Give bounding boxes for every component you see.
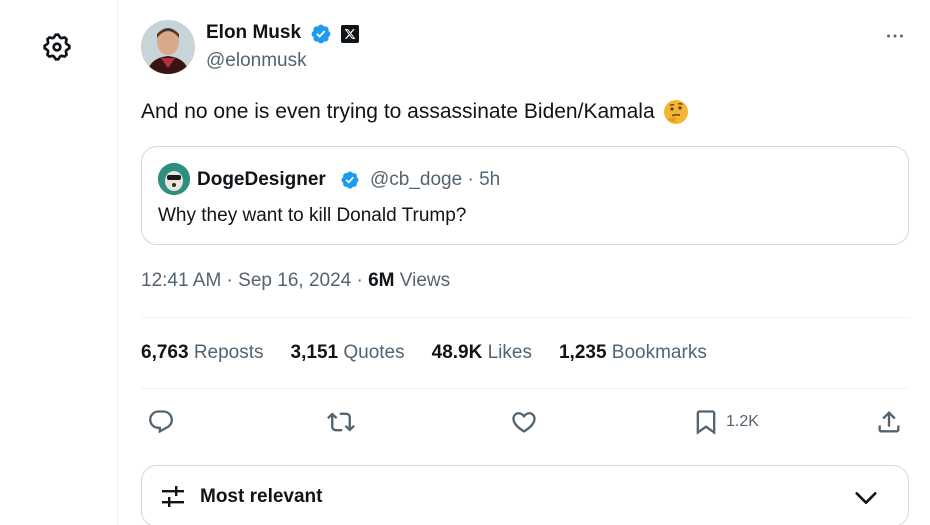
quotes-stat[interactable]: 3,151 Quotes <box>291 342 405 364</box>
repost-icon <box>327 412 355 432</box>
quotes-label: Quotes <box>338 342 405 363</box>
bookmark-button[interactable]: 1.2K <box>692 408 759 436</box>
quoted-author-name: DogeDesigner <box>197 169 326 190</box>
divider <box>141 317 909 318</box>
sort-label: Most relevant <box>200 486 323 507</box>
replies-sort-dropdown[interactable]: Most relevant <box>141 465 909 525</box>
chevron-down-icon <box>852 484 880 512</box>
verified-badge-icon <box>310 23 332 45</box>
quotes-count: 3,151 <box>290 342 339 363</box>
repost-button[interactable] <box>327 408 355 436</box>
tweet-detail: Elon Musk @elonmusk And no one is even t… <box>119 0 930 525</box>
engagement-stats: 6,763 Reposts 3,151 Quotes 48.9K Likes 1… <box>141 342 734 364</box>
bookmarks-stat[interactable]: 1,235 Bookmarks <box>559 342 707 364</box>
reply-button[interactable] <box>147 408 175 436</box>
views-label: Views <box>394 270 451 291</box>
author-avatar[interactable] <box>141 20 195 74</box>
reposts-stat[interactable]: 6,763 Reposts <box>141 342 264 364</box>
left-rail <box>0 0 118 525</box>
author-handle[interactable]: @elonmusk <box>206 50 307 72</box>
reposts-count: 6,763 <box>141 342 189 363</box>
share-button[interactable] <box>875 408 903 436</box>
like-icon <box>512 412 536 433</box>
bookmark-count: 1.2K <box>726 413 759 430</box>
likes-count: 48.9K <box>431 342 483 363</box>
like-button[interactable] <box>510 408 538 436</box>
quoted-author-avatar <box>158 163 190 195</box>
author-name[interactable]: Elon Musk <box>206 22 301 44</box>
likes-label: Likes <box>482 342 532 363</box>
bookmark-icon <box>696 410 716 435</box>
tweet-timestamp[interactable]: 12:41 AM · Sep 16, 2024 · <box>141 270 368 291</box>
views-count: 6M <box>368 270 395 291</box>
quoted-tweet-text: Why they want to kill Donald Trump? <box>158 205 467 226</box>
thinking-face-emoji-icon <box>663 99 689 125</box>
bookmarks-count: 1,235 <box>558 342 607 363</box>
quoted-handle-time: @cb_doge · 5h <box>370 169 501 190</box>
reply-icon <box>149 410 173 434</box>
quoted-verified-badge-icon <box>340 170 360 190</box>
tweet-timestamp-row: 12:41 AM · Sep 16, 2024 · 6M Views <box>141 270 450 292</box>
tweet-text: And no one is even trying to assassinate… <box>141 99 689 125</box>
settings-gear-icon[interactable] <box>40 30 74 64</box>
bookmarks-label: Bookmarks <box>606 342 707 363</box>
tweet-text-content: And no one is even trying to assassinate… <box>141 100 655 123</box>
more-options-icon[interactable] <box>883 24 907 48</box>
share-icon <box>878 411 900 433</box>
reposts-label: Reposts <box>188 342 264 363</box>
sliders-icon <box>158 482 188 512</box>
likes-stat[interactable]: 48.9K Likes <box>432 342 532 364</box>
x-affiliation-icon <box>341 25 359 43</box>
divider <box>141 388 909 389</box>
quoted-tweet-card[interactable]: DogeDesigner @cb_doge · 5h Why they want… <box>141 146 909 245</box>
